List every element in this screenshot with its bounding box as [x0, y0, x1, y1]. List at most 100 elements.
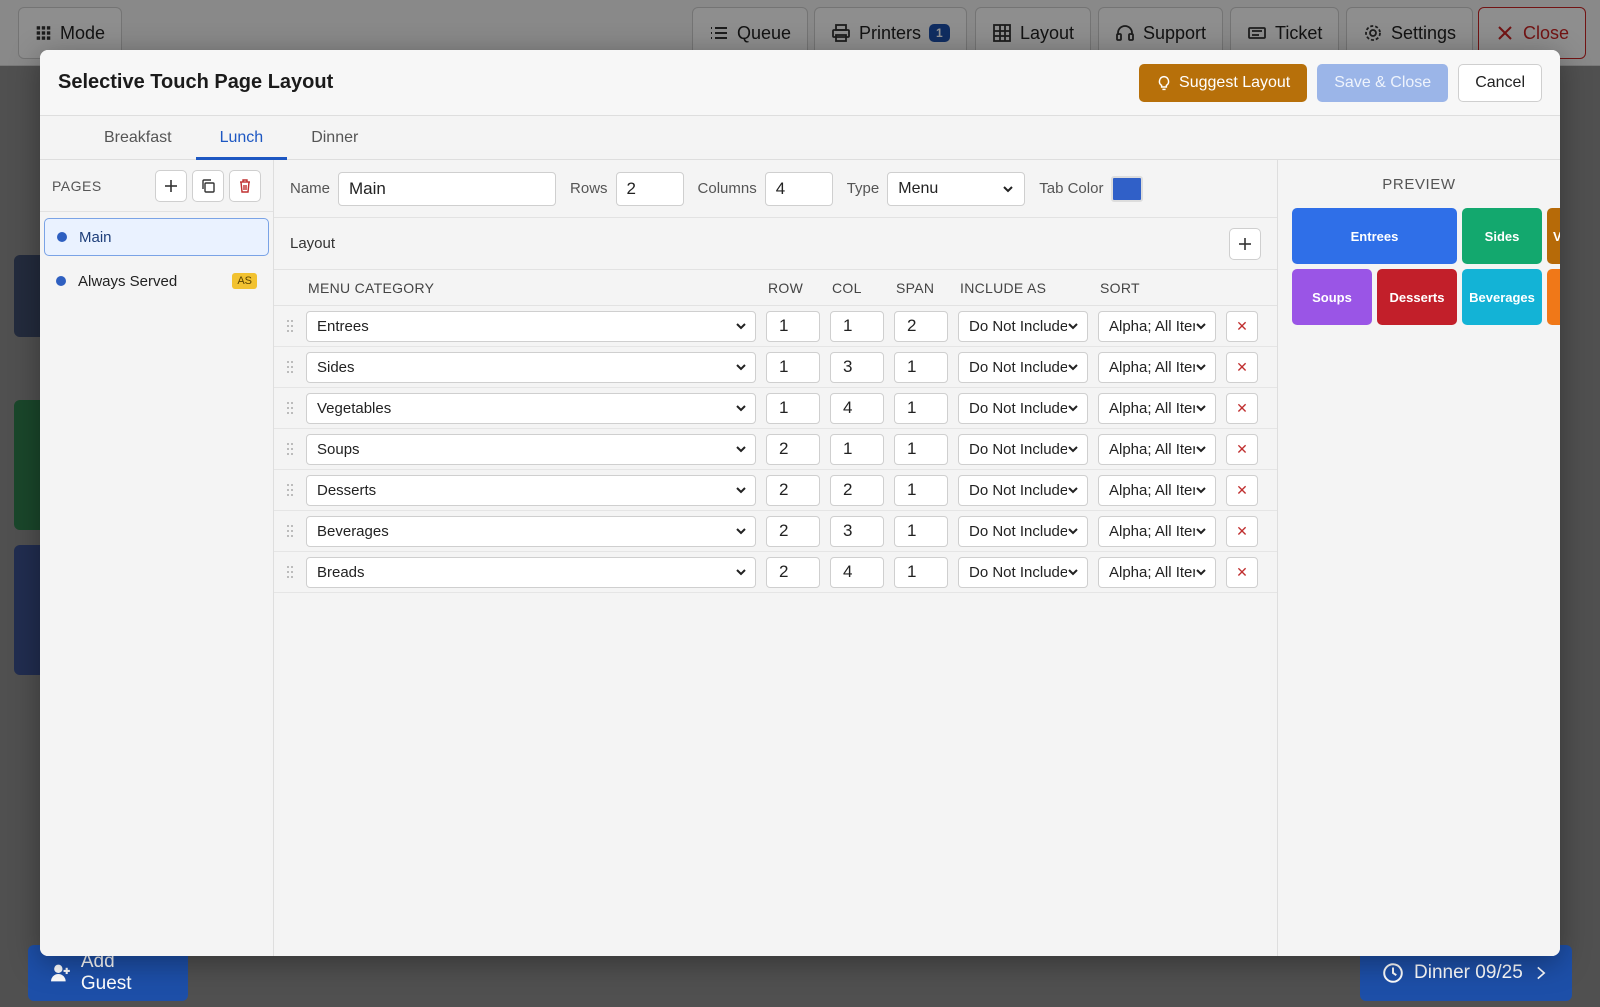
- page-name-input[interactable]: [338, 171, 557, 206]
- save-close-button[interactable]: Save & Close: [1317, 63, 1449, 102]
- duplicate-page-button[interactable]: [192, 169, 224, 202]
- category-select[interactable]: Vegetables: [306, 392, 756, 424]
- include-as-select[interactable]: Do Not Include: [958, 351, 1088, 383]
- table-row: Vegetables 1 4 1 Do Not Include Alpha; All It…: [274, 388, 1277, 429]
- include-as-select[interactable]: Do Not Include: [958, 515, 1088, 547]
- columns-input[interactable]: [764, 171, 833, 206]
- remove-row-button[interactable]: ✕: [1226, 351, 1258, 383]
- sort-select[interactable]: Alpha; All Items: [1098, 556, 1216, 588]
- layout-table-body: Entrees112Do Not IncludeAlpha; All Items…: [274, 306, 1277, 593]
- cancel-button[interactable]: Cancel: [1458, 63, 1542, 102]
- tab-breakfast[interactable]: Breakfast: [80, 129, 196, 159]
- col-input[interactable]: 2: [830, 474, 884, 506]
- row-input[interactable]: 1: [766, 392, 820, 424]
- type-select[interactable]: Menu: [887, 171, 1026, 206]
- table-row: Sides 131 Do Not Include Alpha; All Items ✕: [274, 347, 1277, 388]
- drag-handle-icon[interactable]: [274, 523, 306, 539]
- sort-select[interactable]: Alpha; All Items: [1098, 310, 1216, 342]
- header-col: COL: [832, 279, 862, 296]
- sort-select[interactable]: Alpha; All Items: [1098, 351, 1216, 383]
- tab-lunch[interactable]: Lunch: [195, 129, 288, 160]
- page-item-main[interactable]: Main: [44, 218, 269, 256]
- remove-row-button[interactable]: ✕: [1226, 392, 1258, 424]
- delete-page-button[interactable]: [229, 169, 261, 202]
- sort-value: Alpha; All Items: [1109, 522, 1195, 540]
- close-icon: ✕: [1236, 358, 1248, 375]
- row-input[interactable]: 2: [766, 556, 820, 588]
- span-input[interactable]: 1: [894, 392, 948, 424]
- col-input[interactable]: 1: [830, 433, 884, 465]
- include-as-select[interactable]: Do Not Include: [958, 556, 1088, 588]
- row-input[interactable]: 1: [766, 310, 820, 342]
- span-input[interactable]: 1: [894, 351, 948, 383]
- preview-panel: PREVIEW EntreesSides Vegetables SoupsDesse…: [1278, 160, 1560, 956]
- category-value: Breads: [317, 563, 365, 581]
- rows-input[interactable]: [615, 171, 684, 206]
- close-icon: ✕: [1236, 440, 1248, 457]
- sort-select[interactable]: Alpha; All Items: [1098, 474, 1216, 506]
- chevron-down-icon: [1068, 405, 1078, 412]
- col-input[interactable]: 3: [830, 351, 884, 383]
- span-input[interactable]: 1: [894, 433, 948, 465]
- col-input[interactable]: 3: [830, 515, 884, 547]
- include-as-value: Do Not Include: [969, 399, 1067, 417]
- suggest-layout-button[interactable]: Suggest Layout: [1139, 63, 1308, 102]
- row-input[interactable]: 1: [766, 351, 820, 383]
- remove-row-button[interactable]: ✕: [1226, 433, 1258, 465]
- category-select[interactable]: Beverages: [306, 515, 756, 547]
- layout-table-header: MENU CATEGORY ROW COL SPAN INCLUDE AS SO…: [274, 270, 1277, 306]
- category-select[interactable]: Desserts: [306, 474, 756, 506]
- include-as-value: Do Not Include: [969, 440, 1067, 458]
- chevron-down-icon: [1196, 487, 1206, 494]
- span-input[interactable]: 1: [894, 515, 948, 547]
- include-as-select[interactable]: Do Not Include: [958, 433, 1088, 465]
- sort-select[interactable]: Alpha; All Items: [1098, 515, 1216, 547]
- include-as-select[interactable]: Do Not Include: [958, 310, 1088, 342]
- sort-select[interactable]: Alpha; All Items: [1098, 433, 1216, 465]
- tab-color-swatch[interactable]: [1111, 175, 1144, 202]
- span-input[interactable]: 2: [894, 310, 948, 342]
- col-input[interactable]: 4: [830, 556, 884, 588]
- page-item-always-served[interactable]: Always Served AS: [44, 262, 269, 300]
- row-input[interactable]: 2: [766, 515, 820, 547]
- span-input[interactable]: 1: [894, 474, 948, 506]
- category-select[interactable]: Sides: [306, 351, 756, 383]
- remove-row-button[interactable]: ✕: [1226, 474, 1258, 506]
- add-category-button[interactable]: [1229, 227, 1261, 260]
- row-input[interactable]: 2: [766, 433, 820, 465]
- include-as-value: Do Not Include: [969, 317, 1067, 335]
- col-input[interactable]: 4: [830, 392, 884, 424]
- chevron-down-icon: [1068, 323, 1078, 330]
- drag-handle-icon[interactable]: [274, 400, 306, 416]
- sort-select[interactable]: Alpha; All Items: [1098, 392, 1216, 424]
- category-select[interactable]: Entrees: [306, 310, 756, 342]
- span-input[interactable]: 1: [894, 556, 948, 588]
- meal-tabs: Breakfast Lunch Dinner: [40, 116, 1560, 160]
- table-row: Beverages 2 3 1 Do Not Include Alpha; All Ite…: [274, 511, 1277, 552]
- drag-handle-icon[interactable]: [274, 359, 306, 375]
- add-page-button[interactable]: [155, 169, 187, 202]
- chevron-down-icon: [1003, 185, 1013, 192]
- category-value: Entrees: [317, 317, 369, 335]
- table-row: Desserts221Do Not IncludeAlpha; All Item…: [274, 470, 1277, 511]
- remove-row-button[interactable]: ✕: [1226, 310, 1258, 342]
- chevron-down-icon: [736, 323, 746, 330]
- chevron-down-icon: [736, 528, 746, 535]
- drag-handle-icon[interactable]: [274, 318, 306, 334]
- preview-tile: Vegetables: [1547, 208, 1560, 264]
- sort-value: Alpha; All Items: [1109, 481, 1195, 499]
- remove-row-button[interactable]: ✕: [1226, 515, 1258, 547]
- preview-title: PREVIEW: [1382, 176, 1456, 193]
- include-as-select[interactable]: Do Not Include: [958, 392, 1088, 424]
- drag-handle-icon[interactable]: [274, 564, 306, 580]
- drag-handle-icon[interactable]: [274, 482, 306, 498]
- remove-row-button[interactable]: ✕: [1226, 556, 1258, 588]
- sort-value: Alpha; All Items: [1109, 358, 1195, 376]
- col-input[interactable]: 1: [830, 310, 884, 342]
- row-input[interactable]: 2: [766, 474, 820, 506]
- drag-handle-icon[interactable]: [274, 441, 306, 457]
- category-select[interactable]: Breads: [306, 556, 756, 588]
- include-as-select[interactable]: Do Not Include: [958, 474, 1088, 506]
- category-select[interactable]: Soups: [306, 433, 756, 465]
- tab-dinner[interactable]: Dinner: [287, 129, 382, 159]
